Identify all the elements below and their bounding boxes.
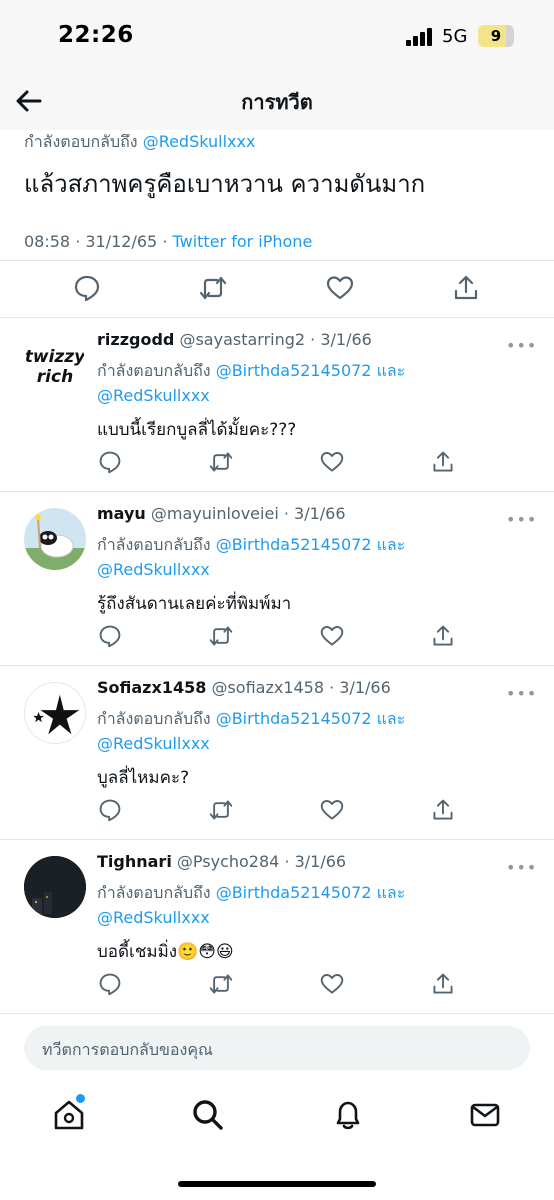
like-icon[interactable] [320,798,344,822]
handle-and-date: @sayastarring2 · 3/1/66 [179,330,372,349]
replying-to-label: กำลังตอบกลับถึง [97,883,216,902]
signal-icon [406,28,432,46]
like-icon[interactable] [320,624,344,648]
retweet-icon[interactable] [209,972,233,996]
replying-to: กำลังตอบกลับถึง @Birthda52145072 และ @Re… [97,358,405,408]
mention-link[interactable]: @Birthda52145072 [216,361,372,380]
home-indicator [178,1181,376,1187]
retweet-icon[interactable] [209,450,233,474]
mention-link[interactable]: @Birthda52145072 [216,709,372,728]
battery-icon: 9 [478,25,514,47]
reply-text: รู้ถึงสันดานเลยค่ะที่พิมพ์มา [97,594,292,614]
notification-dot [76,1094,85,1103]
retweet-icon[interactable] [209,798,233,822]
replying-to: กำลังตอบกลับถึง @RedSkullxxx [24,130,255,155]
reply-tweet[interactable]: twizzy rich rizzgodd @sayastarring2 · 3/… [0,318,554,490]
reply-composer[interactable]: ทวีตการตอบกลับของคุณ [24,1026,530,1070]
reply-icon[interactable] [73,274,101,302]
tweet-meta: 08:58 · 31/12/65 · Twitter for iPhone [24,232,312,251]
like-icon[interactable] [326,274,354,302]
replying-to-label: กำลังตอบกลับถึง [97,709,216,728]
reply-tweet[interactable]: Tighnari @Psycho284 · 3/1/66 ••• กำลังตอ… [0,840,554,1012]
share-icon[interactable] [431,972,455,996]
composer-placeholder: ทวีตการตอบกลับของคุณ [42,1040,213,1059]
mention-link[interactable]: @RedSkullxxx [97,734,210,753]
and-label: และ [371,709,406,728]
like-icon[interactable] [320,972,344,996]
like-icon[interactable] [320,450,344,474]
and-label: และ [371,535,406,554]
svg-text:rich: rich [37,367,73,387]
retweet-icon[interactable] [199,274,227,302]
reply-tweet[interactable]: Sofiazx1458 @sofiazx1458 · 3/1/66 ••• กำ… [0,666,554,838]
notifications-icon[interactable] [331,1098,365,1132]
mention-link[interactable]: @RedSkullxxx [143,132,256,151]
mention-link[interactable]: @RedSkullxxx [97,560,210,579]
mention-link[interactable]: @Birthda52145072 [216,535,372,554]
reply-icon[interactable] [98,972,122,996]
messages-icon[interactable] [468,1098,502,1132]
and-label: และ [371,361,406,380]
handle-and-date: @Psycho284 · 3/1/66 [176,852,347,871]
search-icon[interactable] [191,1098,225,1132]
and-label: และ [371,883,406,902]
tweet-actions [0,270,554,310]
reply-icon[interactable] [98,624,122,648]
reply-author: Sofiazx1458 @sofiazx1458 · 3/1/66 [97,678,391,697]
display-name[interactable]: Sofiazx1458 [97,678,206,697]
battery-level: 9 [490,27,502,45]
tweet-datetime: 08:58 · 31/12/65 · [24,232,173,251]
network-label: 5G [442,26,468,47]
replying-to: กำลังตอบกลับถึง @Birthda52145072 และ @Re… [97,532,405,582]
reply-text: บูลลี่ไหมคะ? [97,768,190,788]
handle-and-date: @sofiazx1458 · 3/1/66 [211,678,391,697]
reply-tweet[interactable]: mayu @mayuinloveiei · 3/1/66 ••• กำลังตอ… [0,492,554,664]
share-icon[interactable] [431,450,455,474]
header: การทวีต [0,74,554,130]
reply-text: แบบนี้เรียกบูลลี่ได้มั้ยคะ??? [97,420,297,440]
mention-link[interactable]: @Birthda52145072 [216,883,372,902]
home-icon[interactable] [52,1098,86,1132]
replying-to-label: กำลังตอบกลับถึง [24,132,143,151]
more-icon[interactable]: ••• [506,684,537,703]
reply-author: rizzgodd @sayastarring2 · 3/1/66 [97,330,372,349]
reply-author: mayu @mayuinloveiei · 3/1/66 [97,504,346,523]
status-time: 22:26 [58,22,134,48]
avatar[interactable] [24,682,86,744]
mention-link[interactable]: @RedSkullxxx [97,386,210,405]
avatar[interactable] [24,508,86,570]
more-icon[interactable]: ••• [506,336,537,355]
share-icon[interactable] [431,798,455,822]
retweet-icon[interactable] [209,624,233,648]
divider [0,260,554,261]
display-name[interactable]: Tighnari [97,852,172,871]
share-icon[interactable] [452,274,480,302]
page-title: การทวีต [241,90,313,114]
display-name[interactable]: rizzgodd [97,330,174,349]
avatar[interactable]: twizzy rich [24,334,86,396]
display-name[interactable]: mayu [97,504,146,523]
tweet-source-link[interactable]: Twitter for iPhone [172,232,312,251]
more-icon[interactable]: ••• [506,510,537,529]
more-icon[interactable]: ••• [506,858,537,877]
divider [0,1013,554,1014]
replying-to: กำลังตอบกลับถึง @Birthda52145072 และ @Re… [97,706,405,756]
reply-author: Tighnari @Psycho284 · 3/1/66 [97,852,346,871]
replying-to-label: กำลังตอบกลับถึง [97,361,216,380]
replying-to-label: กำลังตอบกลับถึง [97,535,216,554]
reply-icon[interactable] [98,798,122,822]
svg-text:twizzy: twizzy [25,347,86,367]
replying-to: กำลังตอบกลับถึง @Birthda52145072 และ @Re… [97,880,405,930]
status-bar: 22:26 5G 9 [0,0,554,74]
tweet-text: แล้วสภาพครูคือเบาหวาน ความดันมาก [24,170,426,198]
avatar[interactable] [24,856,86,918]
reply-icon[interactable] [98,450,122,474]
handle-and-date: @mayuinloveiei · 3/1/66 [150,504,346,523]
reply-text: บอดี้เชมมิ่ง🙂😳😃 [97,942,234,962]
mention-link[interactable]: @RedSkullxxx [97,908,210,927]
share-icon[interactable] [431,624,455,648]
